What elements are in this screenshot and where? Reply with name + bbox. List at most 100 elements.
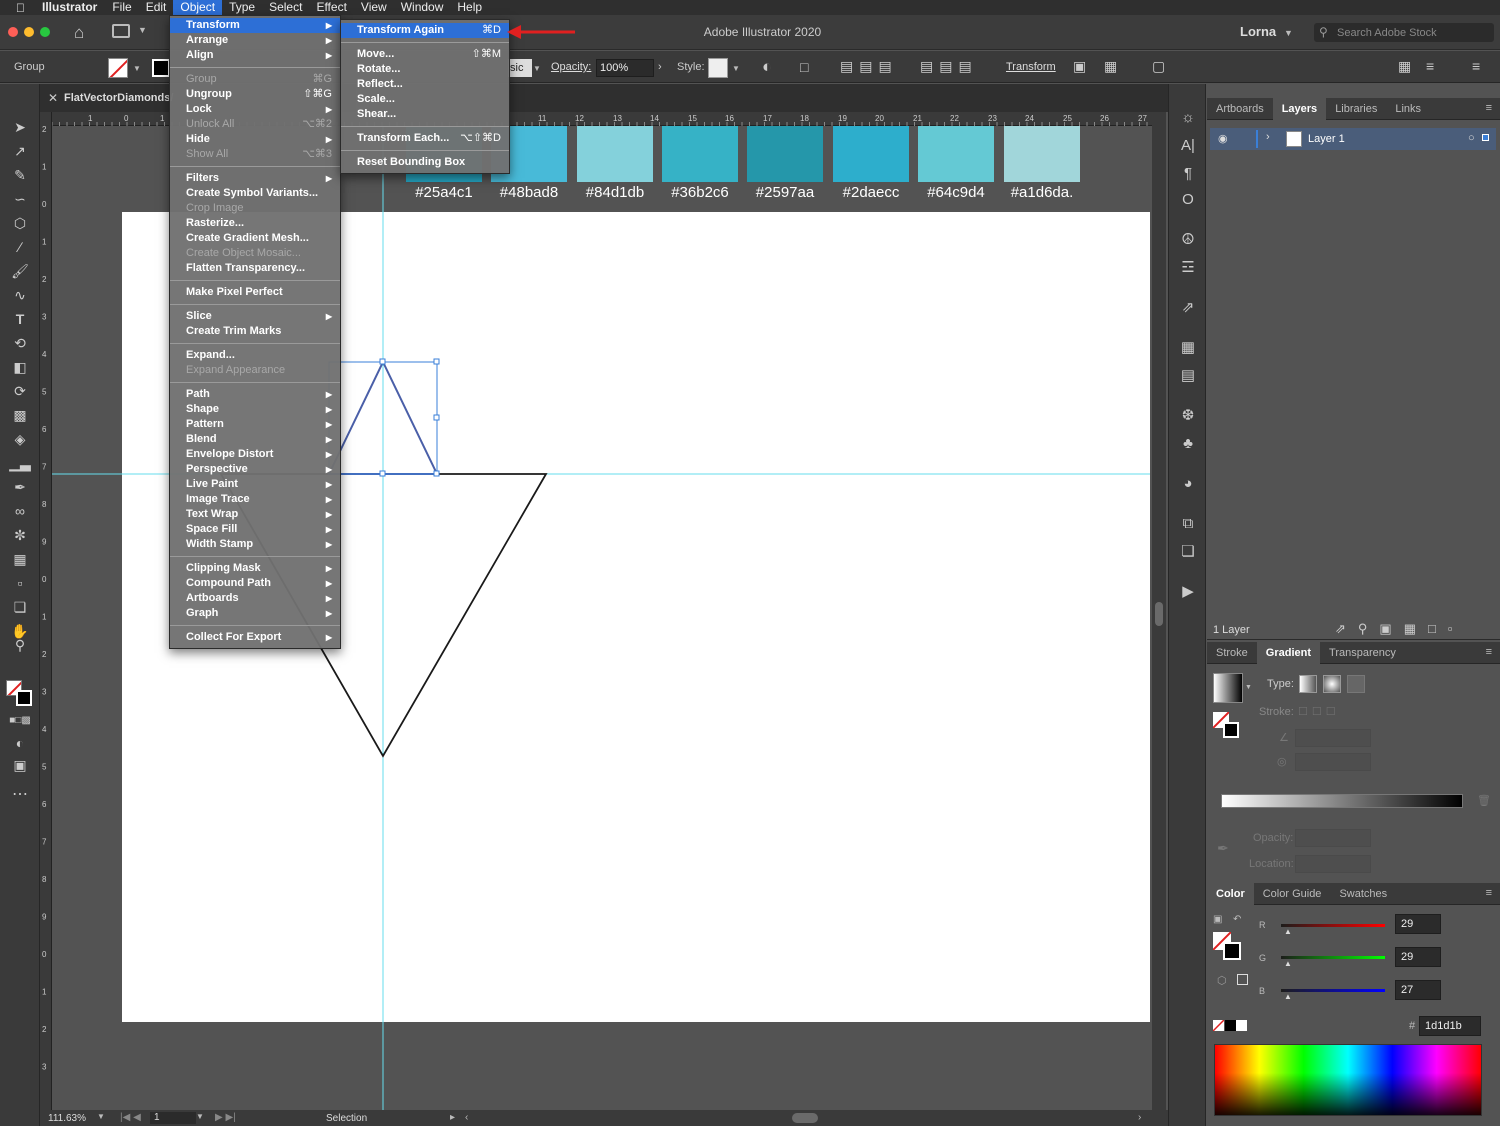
transform-panel-icon[interactable]: ▦ [1178, 338, 1198, 358]
apple-icon[interactable]:  [0, 1, 35, 15]
shape-tool-icon[interactable]: ⬡ [9, 214, 31, 232]
menu-item[interactable]: Slice ▶ [170, 309, 340, 324]
character-styles-icon[interactable]: ☮ [1178, 230, 1198, 250]
menu-item[interactable]: Create Trim Marks [170, 324, 340, 339]
stroke-gradient-buttons-icon[interactable]: □□□ [1299, 703, 1341, 718]
zoom-level[interactable]: 111.63% [48, 1113, 86, 1124]
gradient-preview-swatch[interactable] [1213, 673, 1243, 703]
user-menu[interactable]: Lorna [1240, 24, 1276, 39]
opacity-label[interactable]: Opacity: [551, 61, 591, 73]
gradient-stroke-indicator[interactable] [1223, 722, 1239, 738]
menu-item[interactable]: Collect For Export ▶ [170, 630, 340, 645]
tab-stroke[interactable]: Stroke [1207, 642, 1257, 664]
chevron-right-icon[interactable]: ▸ [450, 1112, 455, 1123]
menu-item[interactable]: Artboards ▶ [170, 591, 340, 606]
pathfinder-icon[interactable]: ⧉ [1178, 514, 1198, 534]
tab-transparency[interactable]: Transparency [1320, 642, 1405, 664]
menu-item[interactable]: Hide ▶ [170, 132, 340, 147]
menu-select[interactable]: Select [262, 0, 309, 15]
vertical-scrollbar[interactable] [1152, 112, 1166, 1110]
menu-effect[interactable]: Effect [309, 0, 353, 15]
menu-item[interactable]: Flatten Transparency... [170, 261, 340, 276]
menu-type[interactable]: Type [222, 0, 262, 15]
opentype-icon[interactable]: O [1178, 190, 1198, 210]
layer-row[interactable]: ◉ › Layer 1 ○ [1210, 128, 1496, 150]
eraser-tool-icon[interactable]: ◧ [9, 358, 31, 376]
gradient-slider[interactable] [1221, 794, 1463, 808]
submenu-item[interactable]: Shear... [341, 107, 509, 122]
b-value-input[interactable]: 27 [1395, 980, 1441, 1000]
panel-menu-icon[interactable]: ≡ [1486, 887, 1492, 899]
menu-item[interactable]: Pattern ▶ [170, 417, 340, 432]
symbols-icon[interactable]: ♣ [1178, 434, 1198, 454]
menu-item[interactable]: Filters ▶ [170, 171, 340, 186]
arrange-icon[interactable]: ▦ [1104, 58, 1117, 75]
default-colors-icon[interactable]: ▣ [1213, 914, 1222, 925]
rotate-tool-icon[interactable]: ⟲ [9, 334, 31, 352]
tab-artboards[interactable]: Artboards [1207, 98, 1273, 120]
menu-window[interactable]: Window [394, 0, 451, 15]
tab-color-guide[interactable]: Color Guide [1254, 883, 1331, 905]
menu-item[interactable]: Create Gradient Mesh... [170, 231, 340, 246]
delete-stop-icon[interactable]: 🗑 [1477, 794, 1491, 807]
submenu-item[interactable]: Rotate... [341, 62, 509, 77]
submenu-item[interactable]: Reflect... [341, 77, 509, 92]
sun-icon[interactable]: ☼ [1178, 108, 1198, 128]
submenu-item[interactable]: Move... ⇧⌘M [341, 47, 509, 62]
submenu-item[interactable]: Transform Each... ⌥⇧⌘D [341, 131, 509, 146]
menu-item[interactable]: Align ▶ [170, 48, 340, 63]
graphic-style-swatch[interactable] [708, 58, 728, 78]
close-window-button[interactable] [8, 27, 18, 37]
artboards-panel-icon[interactable]: ❏ [1178, 542, 1198, 562]
free-transform-tool-icon[interactable]: ▩ [9, 406, 31, 424]
artboard-tool-icon[interactable]: ▫ [9, 574, 31, 592]
menu-item[interactable]: Perspective ▶ [170, 462, 340, 477]
horizontal-scroll-thumb[interactable] [792, 1113, 818, 1123]
minimize-window-button[interactable] [24, 27, 34, 37]
zoom-window-button[interactable] [40, 27, 50, 37]
eyedropper-tool-icon[interactable]: ✒ [9, 478, 31, 496]
graph-tool-icon[interactable]: ▁▃ [9, 454, 31, 472]
vertical-scroll-thumb[interactable] [1155, 602, 1163, 626]
control-bar-menu-icon[interactable]: ≡ [1472, 58, 1480, 74]
gradient-opacity-input[interactable] [1295, 829, 1371, 847]
g-slider[interactable] [1281, 956, 1385, 959]
submenu-item[interactable]: Scale... [341, 92, 509, 107]
puppet-warp-icon[interactable]: ▢ [1152, 58, 1165, 75]
menu-item[interactable]: Clipping Mask ▶ [170, 561, 340, 576]
menu-edit[interactable]: Edit [139, 0, 174, 15]
color-swatch[interactable] [662, 126, 738, 182]
stroke-swatch[interactable] [152, 59, 170, 77]
color-swatch[interactable] [747, 126, 823, 182]
slice-tool-icon[interactable]: ❏ [9, 598, 31, 616]
transform-link[interactable]: Transform [1006, 61, 1056, 73]
r-slider[interactable] [1281, 924, 1385, 927]
panel-menu-icon[interactable]: ≡ [1486, 102, 1492, 114]
menu-item[interactable]: Width Stamp ▶ [170, 537, 340, 552]
pen-tool-icon[interactable]: ✎ [9, 166, 31, 184]
none-color-button[interactable] [1213, 1020, 1224, 1031]
menu-item[interactable]: Text Wrap ▶ [170, 507, 340, 522]
color-stroke-indicator[interactable] [1223, 942, 1241, 960]
r-value-input[interactable]: 29 [1395, 914, 1441, 934]
close-tab-icon[interactable]: ✕ [48, 91, 58, 105]
swap-colors-icon[interactable]: ↶ [1233, 914, 1241, 925]
fill-swatch[interactable] [108, 58, 128, 78]
curvature-tool-icon[interactable]: ∽ [9, 190, 31, 208]
color-swatch[interactable] [1004, 126, 1080, 182]
tab-color[interactable]: Color [1207, 882, 1254, 905]
column-graph-tool-icon[interactable]: ▦ [9, 550, 31, 568]
home-icon[interactable]: ⌂ [74, 23, 84, 43]
valign-buttons-icon[interactable]: ▤▤▤ [920, 58, 978, 75]
paragraph-styles-icon[interactable]: ☲ [1178, 258, 1198, 278]
submenu-item[interactable]: Reset Bounding Box [341, 155, 509, 170]
artboard-number-input[interactable]: 1 [150, 1112, 196, 1124]
actions-icon[interactable]: ▶ [1178, 582, 1198, 602]
more-tools-icon[interactable]: ⋯ [9, 786, 31, 804]
menu-item[interactable]: Transform ▶ [170, 18, 340, 33]
align-panel-icon[interactable]: ▤ [1178, 366, 1198, 386]
angle-input[interactable] [1295, 729, 1371, 747]
export-icon[interactable]: ⇗ [1178, 298, 1198, 318]
b-slider[interactable] [1281, 989, 1385, 992]
type-tool-icon[interactable]: T [9, 310, 31, 328]
